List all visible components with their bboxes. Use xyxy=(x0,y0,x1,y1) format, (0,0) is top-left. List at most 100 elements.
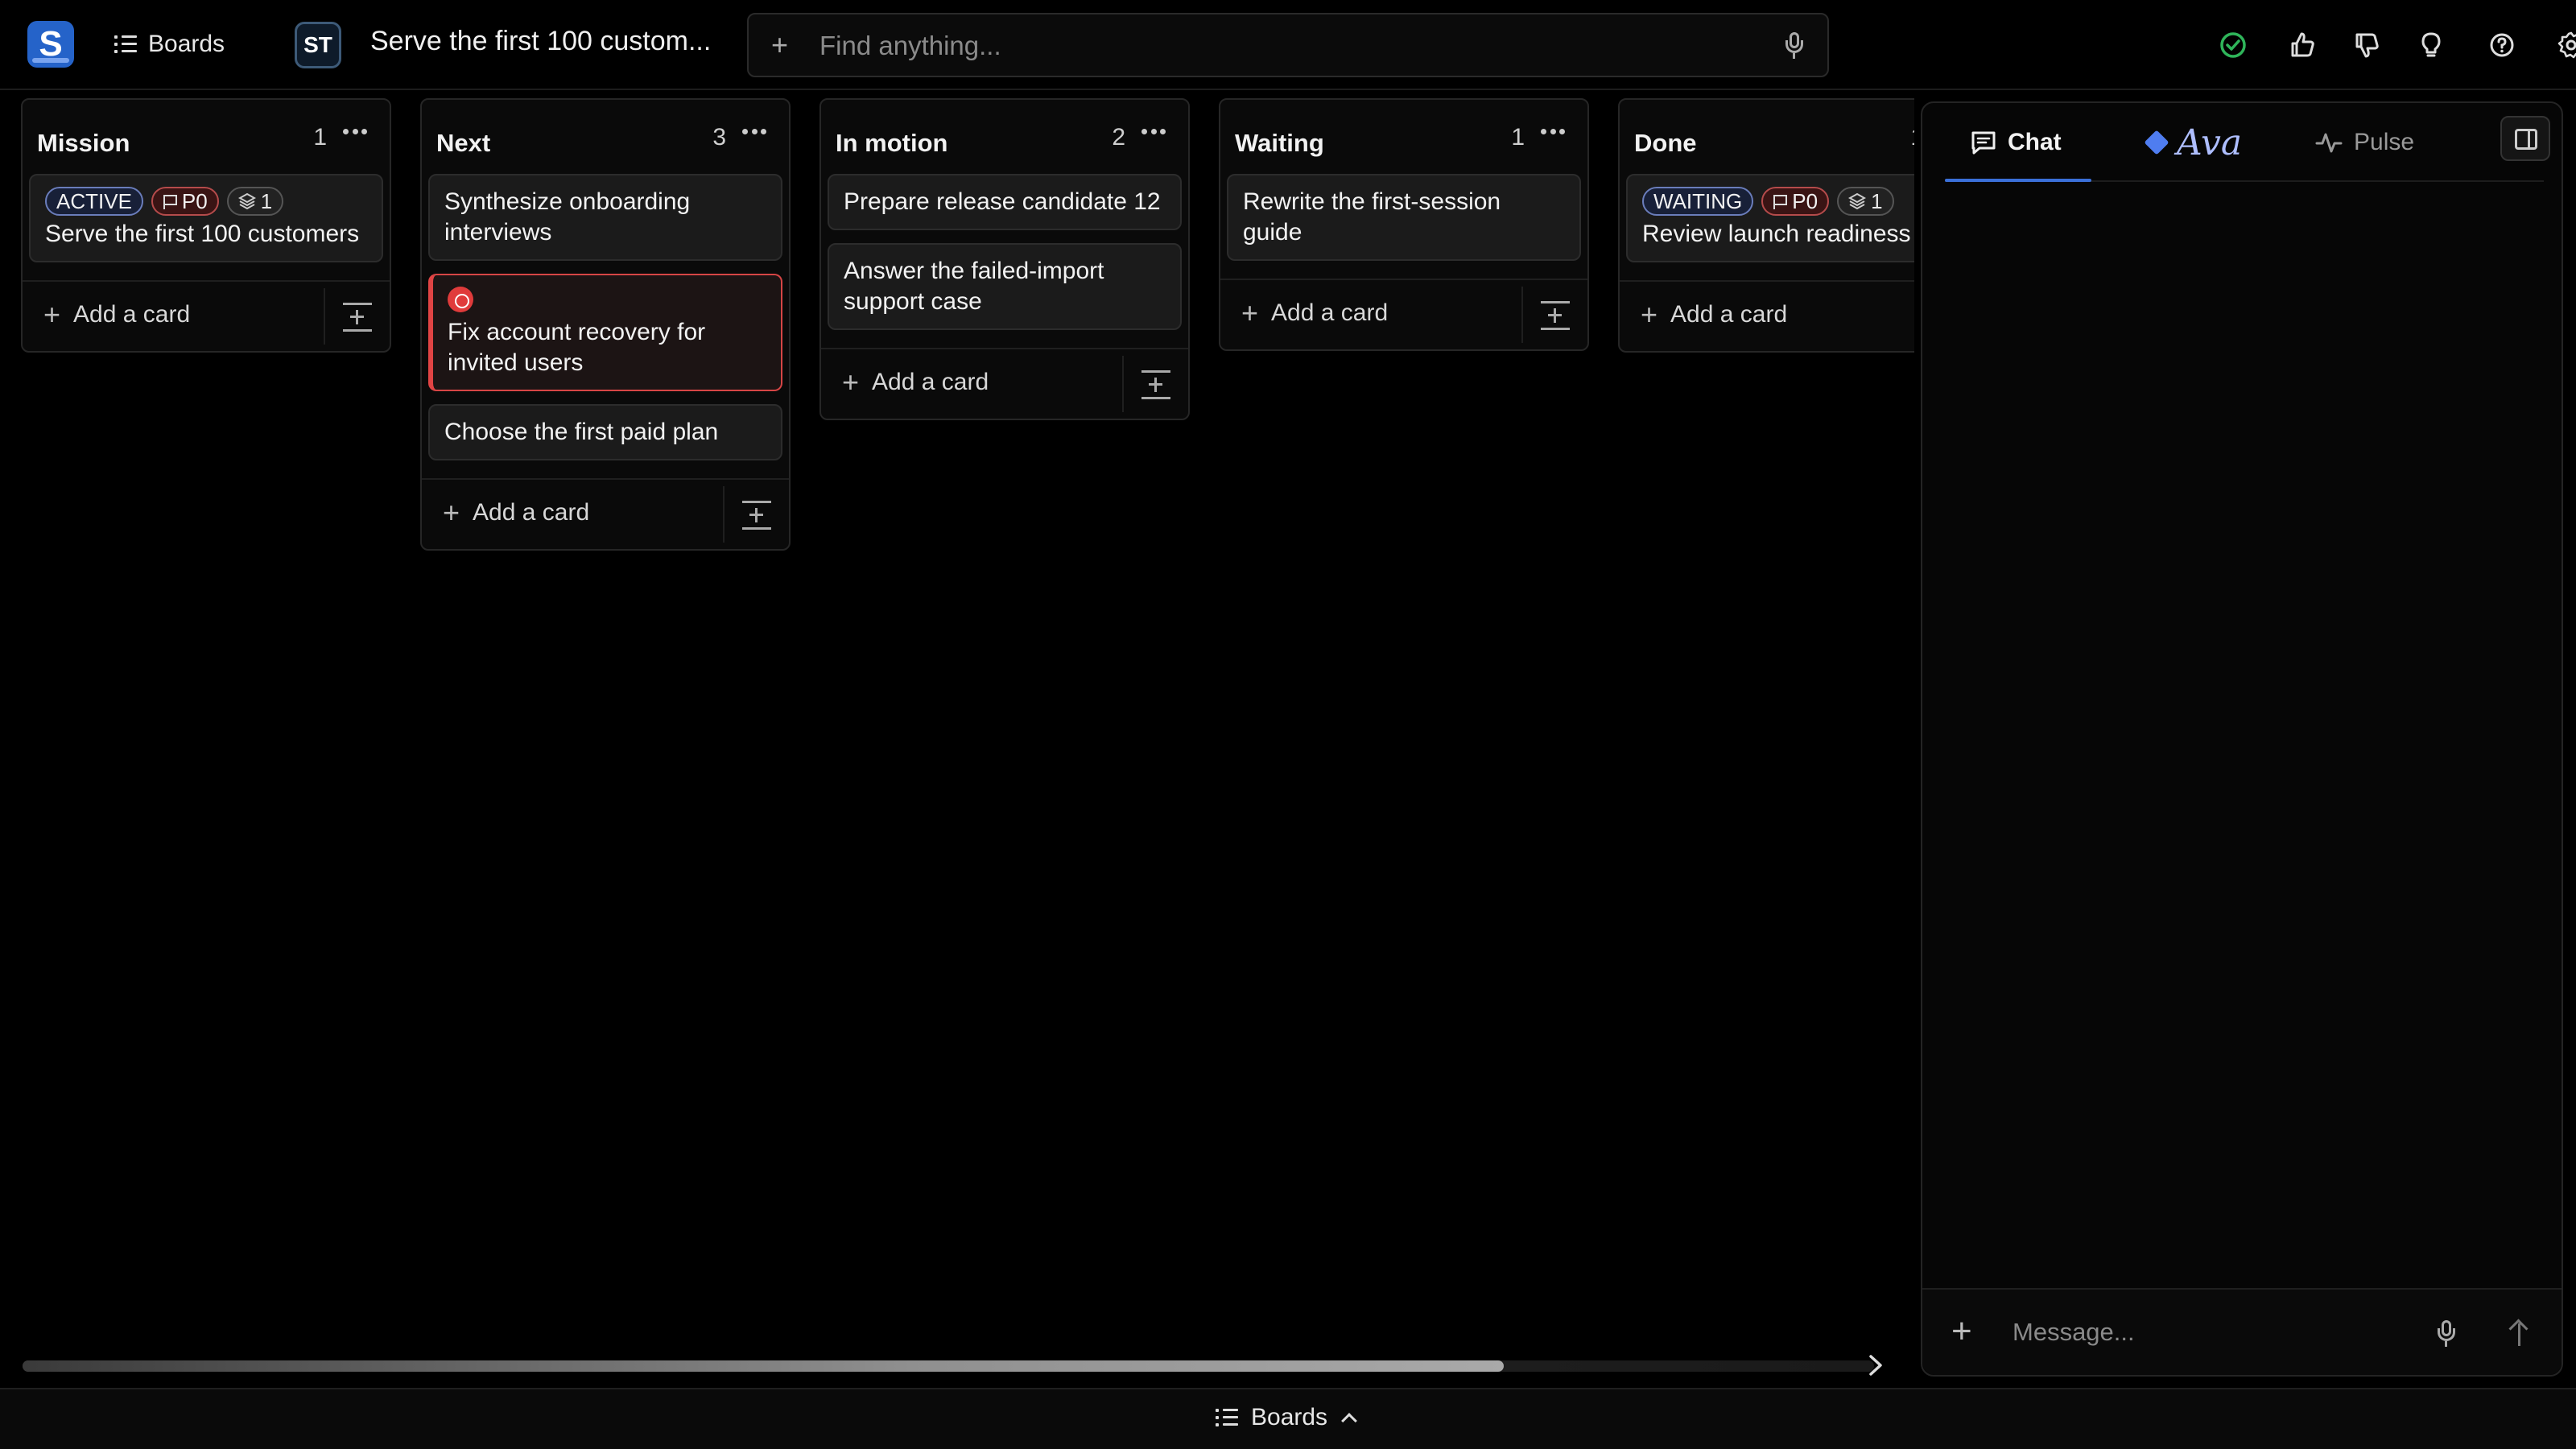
active-tab-indicator xyxy=(1945,179,2091,182)
collapse-panel-button[interactable] xyxy=(2500,116,2550,161)
flag-icon xyxy=(163,193,177,209)
card-title: Review launch readiness xyxy=(1642,221,1911,247)
subtask-count: 1 xyxy=(1871,189,1883,213)
add-card-label: Add a card xyxy=(1271,299,1389,326)
column-waiting: Waiting 1 Rewrite the first-session guid… xyxy=(1219,98,1589,351)
add-card-button[interactable]: + Add a card xyxy=(1241,299,1389,328)
layers-icon xyxy=(1848,192,1867,210)
card[interactable]: Prepare release candidate 12 xyxy=(828,174,1182,230)
card-badges: ACTIVE P0 1 xyxy=(45,187,367,216)
attach-plus-icon[interactable]: + xyxy=(1951,1314,1972,1349)
priority-label: P0 xyxy=(181,189,208,213)
add-card-label: Add a card xyxy=(73,301,191,328)
message-input[interactable] xyxy=(2013,1311,2415,1354)
insert-card-icon[interactable] xyxy=(1539,298,1571,333)
boards-label: Boards xyxy=(148,31,225,57)
more-icon[interactable] xyxy=(1141,129,1166,135)
card-title: Rewrite the first-session guide xyxy=(1243,188,1501,246)
thumbs-down-icon[interactable] xyxy=(2341,19,2392,71)
priority-label: P0 xyxy=(1792,189,1818,213)
add-card-button[interactable]: + Add a card xyxy=(1641,300,1787,329)
card[interactable]: Choose the first paid plan xyxy=(428,404,782,460)
microphone-icon[interactable] xyxy=(1785,32,1803,60)
insert-card-icon[interactable] xyxy=(1140,367,1172,402)
add-card-button[interactable]: + Add a card xyxy=(43,300,191,329)
check-circle-icon[interactable] xyxy=(2207,19,2259,71)
priority-badge: P0 xyxy=(151,187,219,216)
column-footer: + Add a card xyxy=(821,348,1188,419)
column-count: 1 xyxy=(313,124,327,151)
column-title: Done xyxy=(1634,129,1697,157)
insert-card-icon[interactable] xyxy=(341,299,374,335)
column-header: Done 1 xyxy=(1620,100,1914,174)
add-card-button[interactable]: + Add a card xyxy=(842,365,989,398)
flag-icon xyxy=(1773,193,1788,209)
tab-label: Chat xyxy=(2008,129,2062,155)
column-count: 1 xyxy=(1910,124,1914,151)
more-icon[interactable] xyxy=(343,129,367,135)
add-card-label: Add a card xyxy=(473,499,590,526)
chevron-right-icon[interactable] xyxy=(1860,1349,1892,1381)
plus-icon: + xyxy=(842,365,860,398)
board-horizontal-scrollbar[interactable] xyxy=(23,1360,1874,1372)
tab-ava[interactable]: Ava xyxy=(2144,122,2243,163)
chat-icon xyxy=(1971,131,1996,155)
app-logo[interactable]: S xyxy=(27,21,74,68)
column-in-motion: In motion 2 Prepare release candidate 12… xyxy=(819,98,1190,420)
plus-icon[interactable]: + xyxy=(771,31,788,60)
search-input[interactable] xyxy=(819,24,1737,68)
add-card-label: Add a card xyxy=(872,369,989,395)
board-title[interactable]: Serve the first 100 custom... xyxy=(370,26,711,57)
thumbs-up-icon[interactable] xyxy=(2277,19,2328,71)
chevron-up-icon xyxy=(1341,1413,1357,1429)
scrollbar-thumb[interactable] xyxy=(23,1360,1504,1372)
boards-menu-button[interactable]: Boards xyxy=(114,24,225,64)
workspace-avatar[interactable]: ST xyxy=(295,22,341,68)
column-count: 2 xyxy=(1112,124,1125,151)
bottom-bar: Boards xyxy=(0,1388,2576,1449)
card-alert[interactable]: Fix account recovery for invited users xyxy=(428,274,782,391)
send-arrow-icon[interactable] xyxy=(2507,1319,2533,1348)
card-title: Serve the first 100 customers xyxy=(45,221,360,247)
column-done: Done 1 WAITING P0 1 Review launch readin… xyxy=(1618,98,1914,353)
bottom-boards-label: Boards xyxy=(1251,1404,1328,1430)
card[interactable]: WAITING P0 1 Review launch readiness xyxy=(1626,174,1914,262)
microphone-icon[interactable] xyxy=(2438,1320,2455,1348)
column-next: Next 3 Synthesize onboarding interviews … xyxy=(420,98,791,551)
card[interactable]: ACTIVE P0 1 Serve the first 100 customer… xyxy=(29,174,383,262)
column-header: In motion 2 xyxy=(821,100,1188,174)
card[interactable]: Rewrite the first-session guide xyxy=(1227,174,1581,261)
status-badge: WAITING xyxy=(1642,187,1754,216)
column-header: Next 3 xyxy=(422,100,789,174)
search-bar: + xyxy=(747,13,1829,77)
message-composer: + xyxy=(1922,1288,2562,1375)
sidebar-toggle-icon xyxy=(2515,129,2537,150)
priority-badge: P0 xyxy=(1761,187,1830,216)
column-header: Mission 1 xyxy=(23,100,390,174)
layers-icon xyxy=(237,192,256,210)
pulse-icon xyxy=(2315,133,2343,153)
insert-card-icon[interactable] xyxy=(741,497,773,533)
card-title: Choose the first paid plan xyxy=(444,419,719,445)
card[interactable]: Answer the failed-import support case xyxy=(828,243,1182,330)
card-title: Fix account recovery for invited users xyxy=(448,319,706,376)
panel-tabs: Chat Ava Pulse xyxy=(1922,103,2562,182)
list-icon xyxy=(1216,1408,1238,1427)
gear-icon[interactable] xyxy=(2545,19,2576,71)
more-icon[interactable] xyxy=(1541,129,1565,135)
column-count: 3 xyxy=(712,124,726,151)
bug-icon xyxy=(448,287,473,312)
help-icon[interactable] xyxy=(2476,19,2528,71)
column-title: Waiting xyxy=(1235,129,1324,157)
tab-chat[interactable]: Chat xyxy=(1971,122,2062,163)
tab-pulse[interactable]: Pulse xyxy=(2315,122,2414,163)
card-title: Answer the failed-import support case xyxy=(844,258,1104,315)
ava-logo: Ava xyxy=(2177,122,2243,163)
lightbulb-icon[interactable] xyxy=(2405,19,2457,71)
column-header: Waiting 1 xyxy=(1220,100,1587,174)
card[interactable]: Synthesize onboarding interviews xyxy=(428,174,782,261)
add-card-button[interactable]: + Add a card xyxy=(443,498,590,527)
status-badge: ACTIVE xyxy=(45,187,143,216)
bottom-boards-toggle[interactable]: Boards xyxy=(1216,1404,1357,1431)
more-icon[interactable] xyxy=(742,129,766,135)
